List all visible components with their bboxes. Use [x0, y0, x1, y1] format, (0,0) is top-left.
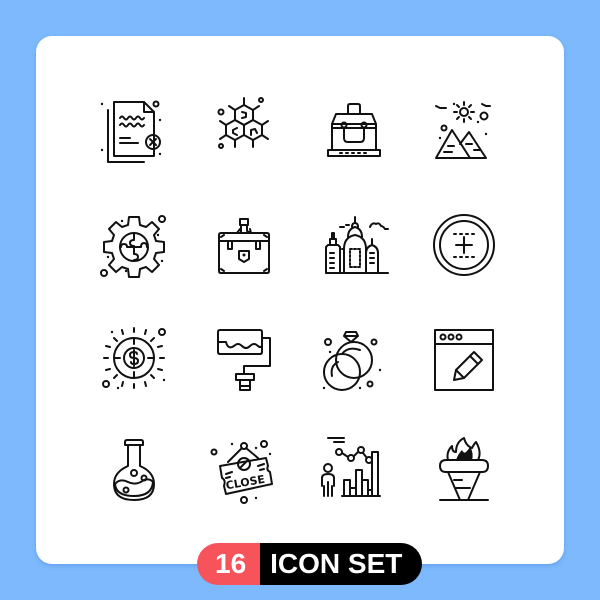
browser-edit-icon: [424, 318, 504, 398]
document-cancel-icon: [94, 90, 174, 170]
briefcase-tool-icon: [204, 205, 284, 285]
wedding-rings-icon: [314, 318, 394, 398]
gear-puzzle-icon: [94, 205, 174, 285]
add-circle-dotted-icon: [424, 205, 504, 285]
pyramids-icon: [424, 90, 504, 170]
city-buildings-icon: [314, 205, 394, 285]
icon-grid: CLOSE: [0, 0, 600, 600]
dollar-coin-icon: [94, 318, 174, 398]
torch-icon: [424, 428, 504, 508]
molecule-hexagon-icon: [204, 90, 284, 170]
coffee-close-sign-icon: CLOSE: [204, 428, 284, 508]
icon-set-label: ICON SET: [260, 543, 423, 585]
icon-set-badge: 16 ICON SET: [197, 543, 423, 585]
flask-icon: [94, 428, 174, 508]
icon-count: 16: [197, 543, 261, 585]
paint-roller-icon: [204, 318, 284, 398]
person-chart-icon: [314, 428, 394, 508]
toolbox-icon: [314, 90, 394, 170]
